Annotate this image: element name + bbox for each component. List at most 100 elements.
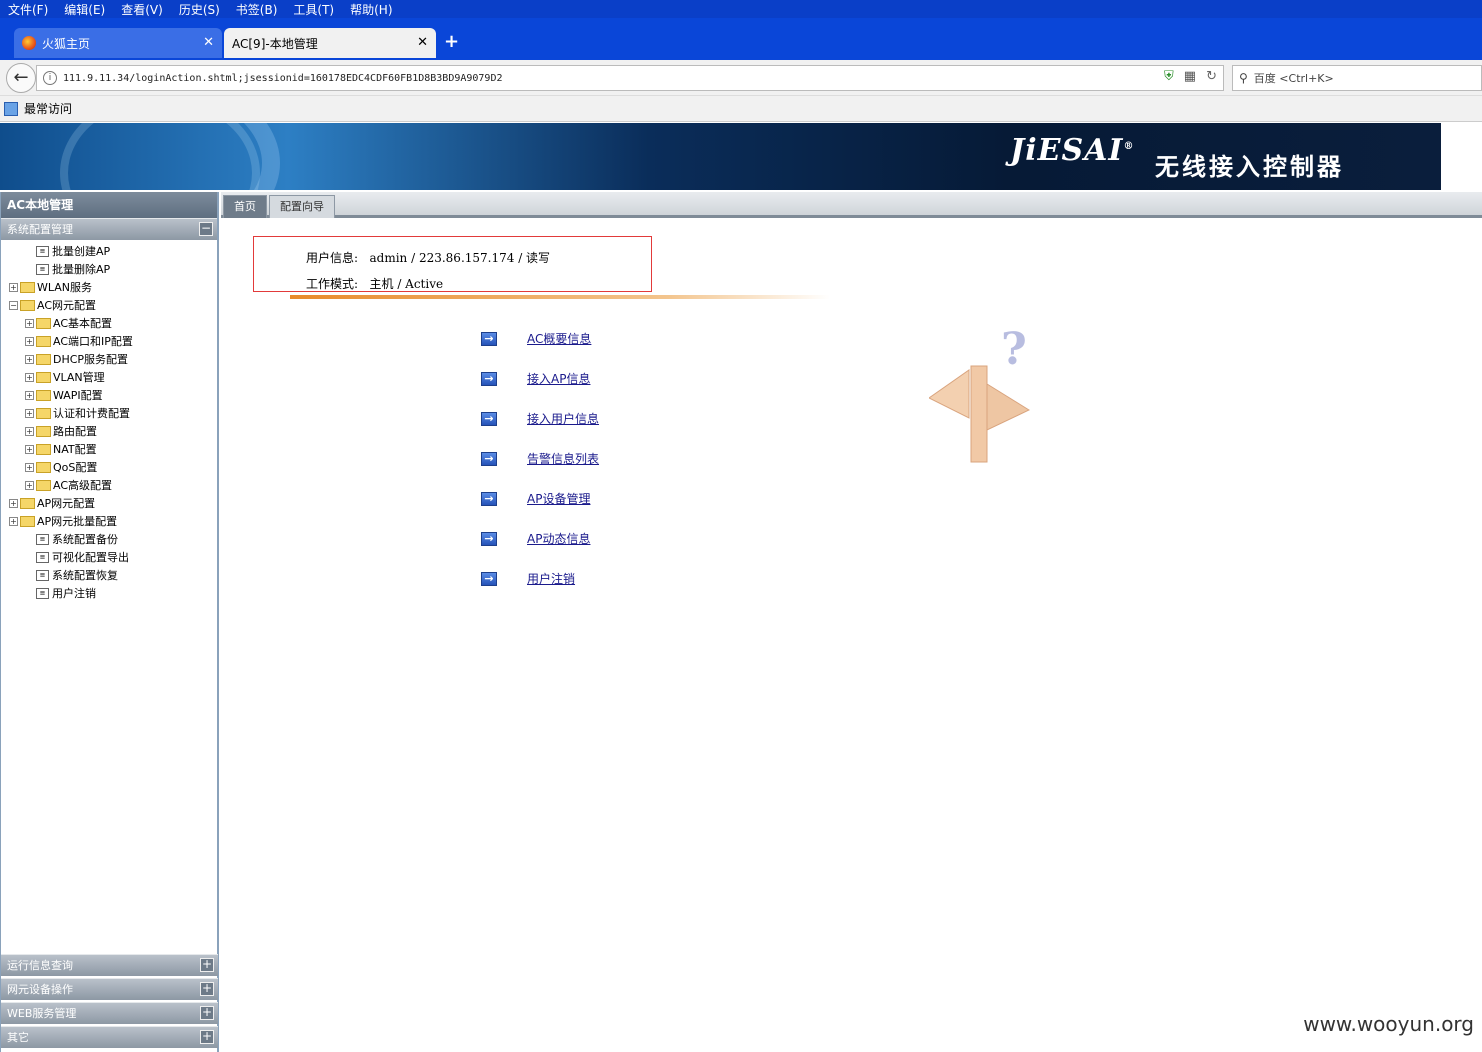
tree-item[interactable]: + WLAN服务 [1,278,217,296]
url-bar[interactable]: i 111.9.11.34/loginAction.shtml;jsession… [36,65,1224,91]
tree-item-label: 批量删除AP [52,263,111,276]
tab-config-wizard[interactable]: 配置向导 [269,195,335,218]
signpost-question-icon: ? [929,326,1031,463]
sidebar-group-system-config[interactable]: 系统配置管理 − [1,218,217,240]
tree-item[interactable]: + AC端口和IP配置 [1,332,217,350]
expand-icon[interactable]: + [9,498,18,508]
work-mode-row: 工作模式: 主机 / Active [306,275,443,292]
expand-icon[interactable]: + [200,982,214,996]
collapse-icon[interactable]: − [199,222,213,236]
search-placeholder: 百度 <Ctrl+K> [1253,72,1334,85]
tree-item[interactable]: ≡ 系统配置备份 [1,530,217,548]
document-icon: ≡ [36,533,49,545]
qrcode-icon[interactable]: ▦ [1184,69,1196,84]
tree-item[interactable]: + 路由配置 [1,422,217,440]
quick-link[interactable]: AP设备管理 [527,490,590,507]
sidebar-group[interactable]: WEB服务管理 + [1,1002,218,1024]
arrow-right-icon[interactable]: → [481,371,497,386]
expand-icon[interactable]: + [25,372,34,382]
close-tab-icon[interactable]: ✕ [417,35,428,50]
quick-link[interactable]: 用户注销 [527,570,575,587]
expand-icon[interactable]: + [200,1006,214,1020]
arrow-right-icon[interactable]: → [481,451,497,466]
quick-link[interactable]: AP动态信息 [527,530,590,547]
menu-item[interactable]: 历史(S) [171,1,228,18]
expand-icon[interactable]: + [25,480,34,490]
tree-item[interactable]: + AP网元批量配置 [1,512,217,530]
expand-icon[interactable]: + [200,958,214,972]
quick-link-item[interactable]: → 用户注销 [481,570,575,587]
folder-icon [36,443,51,455]
tree-item[interactable]: + VLAN管理 [1,368,217,386]
quick-link-item[interactable]: → 接入用户信息 [481,410,599,427]
tree-item[interactable]: − AC网元配置 [1,296,217,314]
expand-icon[interactable]: + [25,318,34,328]
expand-icon[interactable]: + [25,462,34,472]
tree-item[interactable]: + 认证和计费配置 [1,404,217,422]
expand-icon[interactable]: + [25,426,34,436]
sidebar-group[interactable]: 运行信息查询 + [1,954,218,976]
menu-item[interactable]: 工具(T) [285,1,342,18]
url-text[interactable]: 111.9.11.34/loginAction.shtml;jsessionid… [63,73,503,84]
tree-item[interactable]: ≡ 用户注销 [1,584,217,602]
reload-icon[interactable]: ↻ [1206,69,1217,84]
quick-link[interactable]: 接入AP信息 [527,370,590,387]
arrow-right-icon[interactable]: → [481,411,497,426]
expand-icon[interactable]: + [25,336,34,346]
tree-item-label: AC端口和IP配置 [53,335,133,348]
tab-home[interactable]: 首页 [223,195,267,218]
quick-link[interactable]: 接入用户信息 [527,410,599,427]
tree-item-label: VLAN管理 [53,371,105,384]
arrow-right-icon[interactable]: → [481,571,497,586]
tab-ac-local-management[interactable]: AC[9]-本地管理 ✕ [224,28,436,58]
quick-link-item[interactable]: → AP动态信息 [481,530,590,547]
quick-link-item[interactable]: → 接入AP信息 [481,370,590,387]
sidebar-group[interactable]: 其它 + [1,1026,218,1048]
info-icon[interactable]: i [43,71,57,85]
close-tab-icon[interactable]: ✕ [203,35,214,50]
tab-firefox-home[interactable]: 火狐主页 ✕ [14,28,222,58]
tree-item[interactable]: + AP网元配置 [1,494,217,512]
sidebar-group[interactable]: 网元设备操作 + [1,978,218,1000]
tree-item[interactable]: + NAT配置 [1,440,217,458]
tree-item[interactable]: + QoS配置 [1,458,217,476]
tree-item[interactable]: + AC基本配置 [1,314,217,332]
expand-icon[interactable]: + [25,390,34,400]
tree-item[interactable]: + DHCP服务配置 [1,350,217,368]
quick-link-item[interactable]: → 告警信息列表 [481,450,599,467]
brand-logo: JiESAI® [1010,133,1135,168]
tree-item[interactable]: ≡ 系统配置恢复 [1,566,217,584]
expand-icon[interactable]: + [25,354,34,364]
arrow-right-icon[interactable]: → [481,491,497,506]
expand-icon[interactable]: + [9,282,18,292]
back-arrow-icon[interactable]: ← [6,63,36,93]
expand-icon[interactable]: + [25,444,34,454]
tree-item[interactable]: ≡ 批量删除AP [1,260,217,278]
bookmark-most-visited[interactable]: 最常访问 [24,100,72,117]
collapse-icon[interactable]: − [9,300,18,310]
quick-link[interactable]: AC概要信息 [527,330,591,347]
arrow-right-icon[interactable]: → [481,531,497,546]
arrow-right-icon[interactable]: → [481,331,497,346]
tree-item[interactable]: ≡ 批量创建AP [1,242,217,260]
shield-icon[interactable]: ⛨ [1164,69,1174,84]
menu-item[interactable]: 书签(B) [228,1,286,18]
divider-line [290,295,830,299]
menu-item[interactable]: 帮助(H) [342,1,400,18]
search-input[interactable]: ⚲ 百度 <Ctrl+K> [1232,65,1482,91]
new-tab-plus-icon[interactable]: + [444,31,459,52]
menu-item[interactable]: 文件(F) [0,1,56,18]
tree-item[interactable]: + WAPI配置 [1,386,217,404]
expand-icon[interactable]: + [9,516,18,526]
tree-item[interactable]: ≡ 可视化配置导出 [1,548,217,566]
quick-link[interactable]: 告警信息列表 [527,450,599,467]
menu-item[interactable]: 查看(V) [113,1,171,18]
menu-item[interactable]: 编辑(E) [56,1,113,18]
tree-item[interactable]: + AC高级配置 [1,476,217,494]
left-sidebar: AC本地管理 系统配置管理 − ≡ 批量创建AP ≡ 批量删除AP + WLAN服务 − AC… [0,192,219,1052]
quick-link-item[interactable]: → AC概要信息 [481,330,591,347]
expand-icon[interactable]: + [25,408,34,418]
main-content: 用户信息: admin / 223.86.157.174 / 读写 工作模式: … [221,221,1482,1052]
quick-link-item[interactable]: → AP设备管理 [481,490,590,507]
expand-icon[interactable]: + [200,1030,214,1044]
